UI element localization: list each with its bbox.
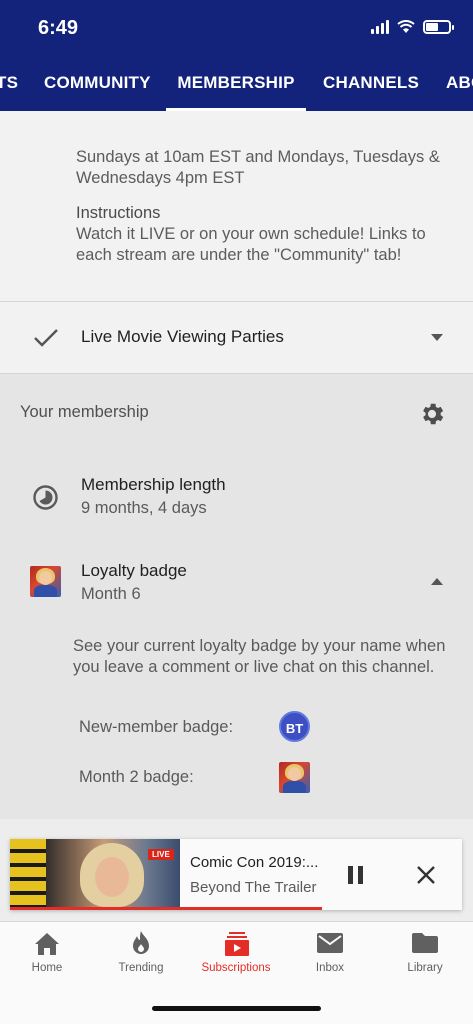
perk-details: Sundays at 10am EST and Mondays, Tuesday… <box>0 111 473 301</box>
loyalty-badge-value: Month 6 <box>81 585 141 603</box>
close-icon[interactable] <box>417 866 435 884</box>
loyalty-badge-icon <box>30 566 61 597</box>
app-header: 6:49 TS COMMUNITY MEMBERSHIP CHANNELS AB… <box>0 0 473 111</box>
nav-inbox-label: Inbox <box>315 962 345 974</box>
nav-trending[interactable]: Trending <box>94 922 188 982</box>
video-thumbnail[interactable]: LIVE <box>10 839 180 910</box>
tab-channels[interactable]: CHANNELS <box>323 60 419 111</box>
nav-inbox[interactable]: Inbox <box>283 922 377 982</box>
tab-posts[interactable]: TS <box>0 60 18 111</box>
nav-home-label: Home <box>31 962 63 974</box>
nav-library-label: Library <box>407 962 443 974</box>
home-icon <box>35 933 59 955</box>
instructions-text: Watch it LIVE or on your own schedule! L… <box>76 225 426 264</box>
chevron-down-icon[interactable] <box>430 333 444 342</box>
wifi-icon <box>397 20 415 33</box>
month2-badge-icon <box>279 762 310 793</box>
tab-community[interactable]: COMMUNITY <box>44 60 150 111</box>
month2-badge-label: Month 2 badge: <box>79 768 194 786</box>
nav-subscriptions-label: Subscriptions <box>201 962 271 974</box>
gear-icon[interactable] <box>418 400 446 428</box>
live-badge: LIVE <box>148 849 174 860</box>
new-member-badge-icon: BT <box>279 711 310 742</box>
pause-icon[interactable] <box>348 866 364 884</box>
mail-icon <box>317 933 343 953</box>
nav-library[interactable]: Library <box>378 922 472 982</box>
tab-membership[interactable]: MEMBERSHIP <box>166 60 306 111</box>
home-indicator[interactable] <box>152 1006 321 1011</box>
mini-player[interactable]: LIVE Comic Con 2019:... Beyond The Trail… <box>10 839 462 910</box>
tab-about[interactable]: ABO <box>446 60 473 111</box>
loyalty-description: See your current loyalty badge by your n… <box>73 637 446 676</box>
battery-icon <box>423 20 454 34</box>
section-title: Your membership <box>20 403 149 421</box>
membership-length-title: Membership length <box>81 475 226 494</box>
cellular-signal-icon <box>371 20 389 34</box>
nav-subscriptions[interactable]: Subscriptions <box>189 922 283 982</box>
status-time: 6:49 <box>38 17 79 39</box>
schedule-text: Sundays at 10am EST and Mondays, Tuesday… <box>76 148 440 187</box>
nav-home[interactable]: Home <box>0 922 94 982</box>
membership-length-value: 9 months, 4 days <box>81 499 207 517</box>
subscriptions-icon <box>225 932 249 956</box>
playback-progress[interactable] <box>10 907 322 910</box>
channel-tabs: TS COMMUNITY MEMBERSHIP CHANNELS ABO <box>0 60 473 111</box>
perk-row[interactable]: Live Movie Viewing Parties <box>0 302 473 373</box>
membership-section: Your membership Membership length 9 mont… <box>0 374 473 819</box>
new-member-badge-label: New-member badge: <box>79 718 234 736</box>
loyalty-badge-title: Loyalty badge <box>81 561 187 580</box>
channel-name: Beyond The Trailer <box>190 879 317 896</box>
instructions-heading: Instructions <box>76 204 161 222</box>
perk-label: Live Movie Viewing Parties <box>81 327 284 346</box>
video-title[interactable]: Comic Con 2019:... <box>190 854 318 871</box>
chevron-up-icon[interactable] <box>430 577 444 586</box>
status-icons <box>371 20 454 34</box>
checkmark-icon <box>34 329 58 347</box>
folder-icon <box>412 933 438 953</box>
nav-trending-label: Trending <box>118 962 164 974</box>
flame-icon <box>133 931 149 954</box>
clock-icon <box>33 485 58 510</box>
